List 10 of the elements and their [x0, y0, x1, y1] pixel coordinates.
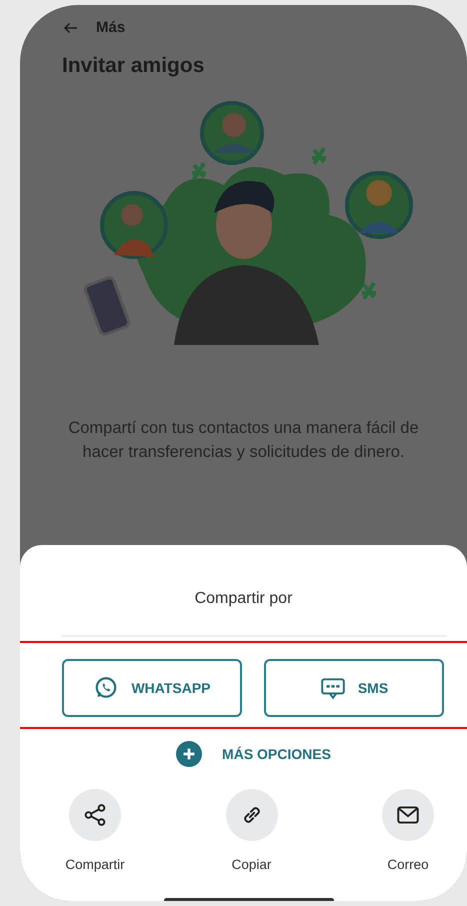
sheet-title: Compartir por [194, 589, 294, 609]
more-options-link[interactable]: MÁS OPCIONES [176, 741, 331, 767]
page-title: Invitar amigos [62, 52, 206, 78]
share-action[interactable]: Compartir [58, 789, 132, 876]
back-link[interactable]: Más [62, 17, 126, 40]
description-text: Compartí con tus contactos una manera fácil de hacer transferencias y solicitudes de dinero. [67, 418, 420, 463]
share-option-button[interactable]: SMS [264, 659, 444, 717]
share-option-button[interactable]: WHATSAPP [62, 659, 242, 717]
share-action[interactable]: Copiar [214, 789, 288, 876]
share-action[interactable]: Correo [371, 789, 445, 876]
